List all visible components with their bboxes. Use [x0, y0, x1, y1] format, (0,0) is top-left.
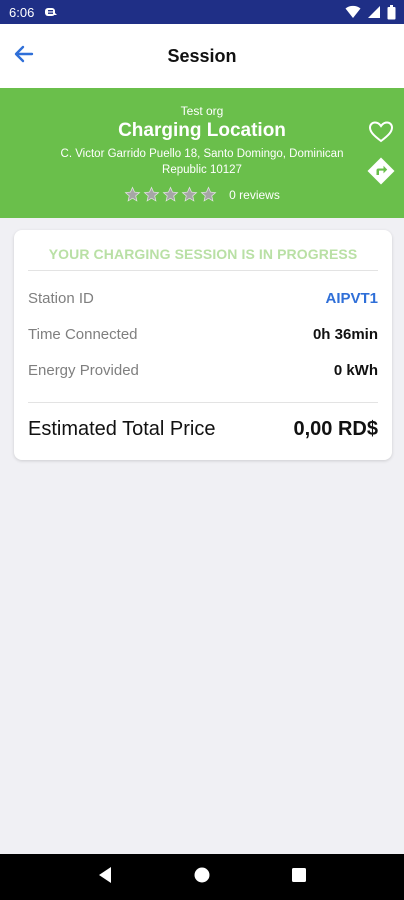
star-icon	[124, 186, 141, 203]
wifi-icon	[345, 5, 361, 19]
star-icon	[162, 186, 179, 203]
back-button[interactable]	[8, 40, 40, 72]
total-label: Estimated Total Price	[28, 418, 216, 440]
location-header: Test org Charging Location C. Victor Gar…	[0, 88, 404, 218]
station-id-value[interactable]: AIPVT1	[325, 290, 378, 307]
notification-icon	[44, 6, 58, 18]
station-id-row: Station ID AIPVT1	[28, 290, 378, 307]
directions-icon	[366, 157, 396, 190]
energy-provided-label: Energy Provided	[28, 362, 139, 379]
status-time: 6:06	[9, 4, 35, 20]
system-nav-bar	[0, 854, 404, 900]
time-connected-value: 0h 36min	[312, 326, 378, 343]
rating-row: 0 reviews	[0, 186, 404, 203]
directions-button[interactable]	[366, 156, 396, 186]
signal-icon	[367, 5, 381, 19]
station-id-label: Station ID	[28, 290, 94, 307]
total-row: Estimated Total Price 0,00 RD$	[28, 418, 378, 441]
session-status: YOUR CHARGING SESSION IS IN PROGRESS	[48, 246, 358, 262]
star-icon	[143, 186, 160, 203]
time-connected-label: Time Connected	[28, 326, 138, 343]
app-bar: Session	[0, 24, 404, 88]
total-value: 0,00 RD$	[293, 418, 379, 440]
recents-square-icon	[291, 867, 307, 888]
nav-back-button[interactable]	[93, 865, 117, 889]
favorite-button[interactable]	[366, 120, 396, 148]
arrow-left-icon	[14, 45, 34, 68]
star-icon	[200, 186, 217, 203]
divider	[28, 270, 378, 271]
org-name: Test org	[180, 104, 224, 118]
status-bar: 6:06	[0, 0, 404, 24]
star-icon	[181, 186, 198, 203]
divider	[28, 402, 378, 403]
nav-home-button[interactable]	[190, 865, 214, 889]
back-triangle-icon	[97, 866, 113, 889]
energy-provided-value: 0 kWh	[333, 362, 378, 379]
time-connected-row: Time Connected 0h 36min	[28, 326, 378, 343]
home-circle-icon	[193, 866, 211, 889]
page-title: Session	[167, 45, 237, 66]
location-address: C. Victor Garrido Puello 18, Santo Domin…	[60, 148, 344, 176]
reviews-count: 0 reviews	[229, 187, 280, 202]
nav-recents-button[interactable]	[287, 865, 311, 889]
location-title: Charging Location	[118, 120, 286, 141]
battery-icon	[387, 4, 396, 20]
energy-provided-row: Energy Provided 0 kWh	[28, 362, 378, 379]
heart-outline-icon	[368, 121, 394, 148]
session-card: YOUR CHARGING SESSION IS IN PROGRESS Sta…	[14, 230, 392, 460]
